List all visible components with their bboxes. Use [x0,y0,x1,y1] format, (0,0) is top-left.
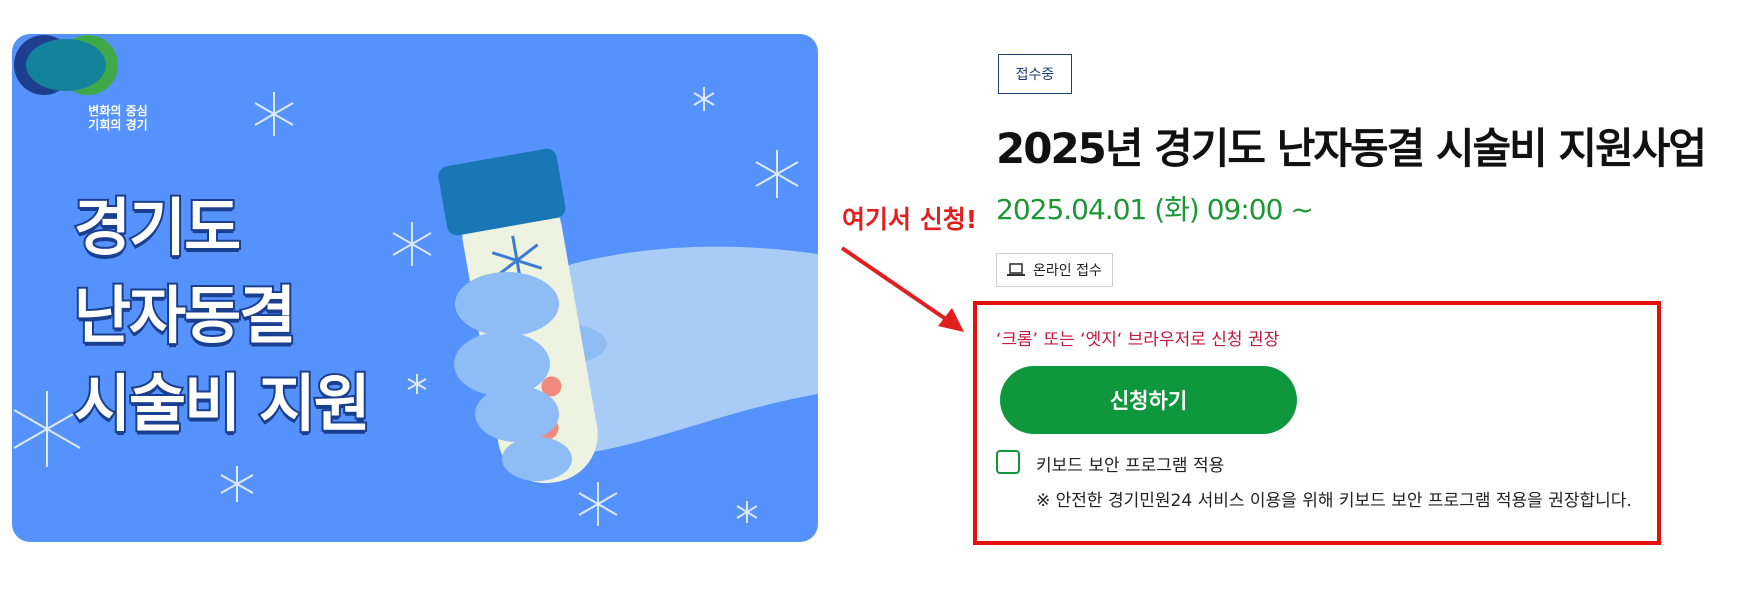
channel-badge: 온라인 접수 [996,253,1113,287]
banner-title-line-1: 경기도 [72,189,243,266]
keyboard-security-note: ※ 안전한 경기민원24 서비스 이용을 위해 키보드 보안 프로그램 적용을 … [1036,491,1632,511]
apply-button[interactable]: 신청하기 [1000,366,1297,434]
gyeonggi-logo [14,35,118,95]
banner-title: 경기도 난자동결 시술비 지원 [72,184,373,448]
status-badge: 접수중 [998,54,1072,94]
keyboard-security-checkbox[interactable] [996,450,1020,474]
banner-title-line-3: 시술비 지원 [72,365,373,442]
channel-label: 온라인 접수 [1033,263,1102,279]
laptop-icon [1007,263,1025,276]
application-date: 2025.04.01 (화) 09:00 ~ [996,193,1314,226]
browser-notice: ‘크롬’ 또는 ‘엣지‘ 브라우저로 신청 권장 [996,330,1280,350]
banner-image: 변화의 중심 기회의 경기 경기도 난자동결 시술비 지원 [12,34,818,542]
page-title: 2025년 경기도 난자동결 시술비 지원사업 [996,124,1707,173]
banner-title-line-2: 난자동결 [72,277,298,354]
logo-line-2: 기회의 경기 [88,118,148,132]
logo-line-1: 변화의 중심 [88,104,148,118]
annotation-arrow-icon [840,246,964,332]
logo-slogan: 변화의 중심 기회의 경기 [78,104,158,132]
keyboard-security-label[interactable]: 키보드 보안 프로그램 적용 [1036,451,1224,476]
annotation-text: 여기서 신청! [842,205,978,234]
